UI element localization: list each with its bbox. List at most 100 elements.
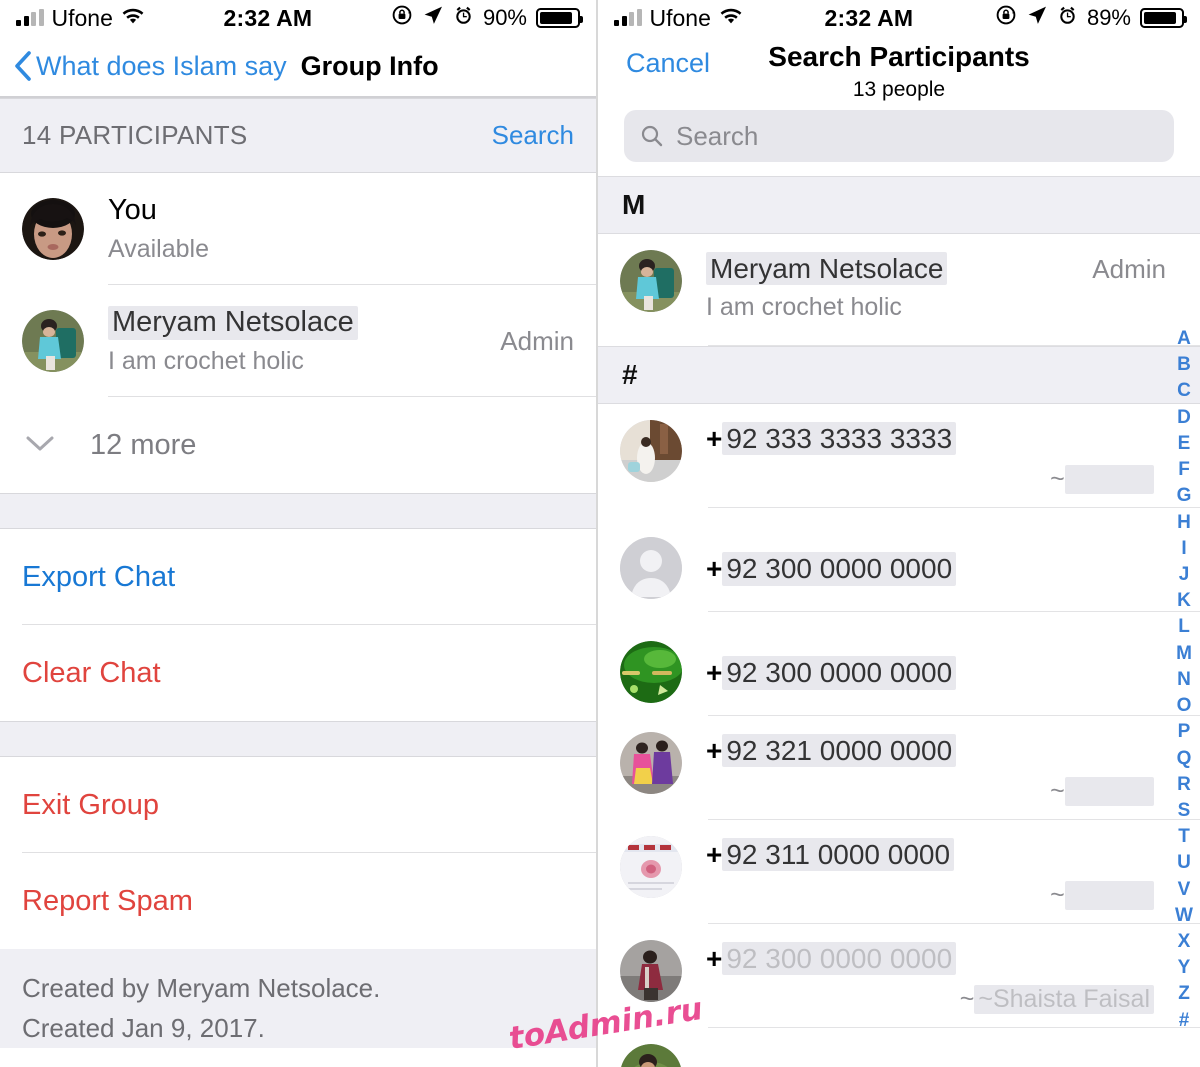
index-letter-w[interactable]: W xyxy=(1175,903,1193,929)
redacted-phone: 92 300 0000 0000 xyxy=(722,942,957,976)
avatar xyxy=(22,310,84,372)
index-letter-l[interactable]: L xyxy=(1178,614,1190,640)
index-letter-f[interactable]: F xyxy=(1178,457,1190,483)
admin-badge: Admin xyxy=(500,325,574,356)
contact-row-partial[interactable] xyxy=(598,1028,1200,1067)
index-letter-hash[interactable]: # xyxy=(1179,1008,1190,1034)
redacted-pushname: ~Name xyxy=(1064,881,1154,911)
contact-phone: +92 333 3333 3333 xyxy=(706,422,1180,456)
export-chat-label: Export Chat xyxy=(22,560,176,593)
avatar xyxy=(22,198,84,260)
row-divider xyxy=(708,345,1200,346)
row-divider xyxy=(108,396,596,397)
index-letter-o[interactable]: O xyxy=(1177,693,1192,719)
status-bar-clock: 2:32 AM xyxy=(824,4,914,31)
avatar xyxy=(620,420,682,482)
participant-status: Available xyxy=(108,234,210,263)
index-letter-j[interactable]: J xyxy=(1179,562,1190,588)
section-header-hash: # xyxy=(598,346,1200,404)
carrier-label: Ufone xyxy=(51,4,113,31)
group-info-screen: Ufone 2:32 AM 90% What does Islam say Gr… xyxy=(0,0,598,1067)
index-letter-a[interactable]: A xyxy=(1177,326,1191,352)
contact-status: I am crochet holic xyxy=(706,293,902,322)
participants-count-label: 14 PARTICIPANTS xyxy=(22,120,248,150)
phone-plus-prefix: + xyxy=(706,839,723,870)
alphabet-index[interactable]: A B C D E F G H I J K L M N O P Q R S T U V W X Y Z # xyxy=(1172,326,1196,1034)
contact-row[interactable]: +92 300 0000 0000 xyxy=(598,612,1200,716)
created-date-label: Created Jan 9, 2017. xyxy=(22,1012,265,1043)
index-letter-v[interactable]: V xyxy=(1178,877,1191,903)
index-letter-x[interactable]: X xyxy=(1178,929,1191,955)
index-letter-m[interactable]: M xyxy=(1176,641,1192,667)
phone-plus-prefix: + xyxy=(706,735,723,766)
contact-pushname: ~~Name xyxy=(706,465,1180,495)
index-letter-y[interactable]: Y xyxy=(1178,955,1191,981)
index-letter-t[interactable]: T xyxy=(1178,824,1190,850)
signal-strength-icon xyxy=(16,9,44,26)
contact-row[interactable]: +92 311 0000 0000 ~~Name xyxy=(598,820,1200,924)
redacted-phone: 92 300 0000 0000 xyxy=(722,552,957,586)
chevron-down-icon xyxy=(22,432,58,459)
wifi-icon xyxy=(719,5,743,32)
search-input[interactable]: Search xyxy=(624,110,1174,162)
index-letter-r[interactable]: R xyxy=(1177,772,1191,798)
index-letter-p[interactable]: P xyxy=(1178,719,1191,745)
contact-row[interactable]: +92 333 3333 3333 ~~Name xyxy=(598,404,1200,508)
index-letter-c[interactable]: C xyxy=(1177,378,1191,404)
rotation-lock-icon xyxy=(391,4,413,32)
carrier-label: Ufone xyxy=(649,4,711,31)
admin-badge: Admin xyxy=(1092,254,1166,284)
battery-percent-label: 89% xyxy=(1086,5,1131,30)
redacted-phone: 92 321 0000 0000 xyxy=(722,734,957,768)
avatar xyxy=(620,250,682,312)
index-letter-u[interactable]: U xyxy=(1177,850,1191,876)
battery-icon xyxy=(536,8,583,28)
cancel-button[interactable]: Cancel xyxy=(626,48,710,79)
contact-row[interactable]: +92 300 0000 0000 ~ ~Shaista Faisal xyxy=(598,924,1200,1028)
contact-pushname: ~~Name xyxy=(706,777,1180,807)
index-letter-g[interactable]: G xyxy=(1177,483,1192,509)
index-letter-i[interactable]: I xyxy=(1181,536,1186,562)
index-letter-q[interactable]: Q xyxy=(1177,746,1192,772)
participant-row-you[interactable]: You Available xyxy=(0,173,596,285)
contact-name: Meryam Netsolace xyxy=(706,252,1082,286)
contact-row[interactable]: Meryam Netsolace I am crochet holic Admi… xyxy=(598,234,1200,346)
index-letter-d[interactable]: D xyxy=(1177,405,1191,431)
exit-group-button[interactable]: Exit Group xyxy=(0,757,596,853)
people-count-label: 13 people xyxy=(852,77,946,101)
search-placeholder: Search xyxy=(676,120,759,151)
index-letter-z[interactable]: Z xyxy=(1178,981,1190,1007)
search-participants-button[interactable]: Search xyxy=(492,120,574,151)
participant-row-admin[interactable]: Meryam Netsolace I am crochet holic Admi… xyxy=(0,285,596,397)
index-letter-h[interactable]: H xyxy=(1177,510,1191,536)
signal-strength-icon xyxy=(614,9,642,26)
phone-plus-prefix: + xyxy=(706,943,723,974)
index-letter-e[interactable]: E xyxy=(1178,431,1191,457)
contact-row[interactable]: +92 321 0000 0000 ~~Name xyxy=(598,716,1200,820)
back-button[interactable]: What does Islam say xyxy=(14,51,287,82)
redacted-pushname: ~Name xyxy=(1064,465,1154,495)
index-letter-k[interactable]: K xyxy=(1177,588,1191,614)
index-letter-b[interactable]: B xyxy=(1177,352,1191,378)
index-letter-s[interactable]: S xyxy=(1178,798,1191,824)
report-spam-button[interactable]: Report Spam xyxy=(0,853,596,949)
redacted-name: Meryam Netsolace xyxy=(108,306,358,340)
show-more-participants-row[interactable]: 12 more xyxy=(0,397,596,493)
export-chat-button[interactable]: Export Chat xyxy=(0,529,596,625)
index-letter-n[interactable]: N xyxy=(1177,667,1191,693)
created-by-label: Created by Meryam Netsolace. xyxy=(22,973,381,1003)
redacted-phone: 92 333 3333 3333 xyxy=(722,422,957,456)
nav-bar-right: Cancel Search Participants 13 people xyxy=(598,36,1200,101)
contact-phone: +92 321 0000 0000 xyxy=(706,734,1180,768)
participant-name: Meryam Netsolace xyxy=(108,306,486,340)
contact-row[interactable]: +92 300 0000 0000 xyxy=(598,508,1200,612)
avatar xyxy=(620,1044,682,1067)
status-bar-right: Ufone 2:32 AM 89% xyxy=(598,0,1200,36)
clear-chat-button[interactable]: Clear Chat xyxy=(0,625,596,721)
redacted-phone: 92 311 0000 0000 xyxy=(722,838,955,872)
avatar xyxy=(620,641,682,703)
status-bar-clock: 2:32 AM xyxy=(223,4,313,31)
show-more-label: 12 more xyxy=(90,428,197,461)
contact-phone: +92 300 0000 0000 xyxy=(706,656,1180,690)
location-arrow-icon xyxy=(1026,4,1048,32)
